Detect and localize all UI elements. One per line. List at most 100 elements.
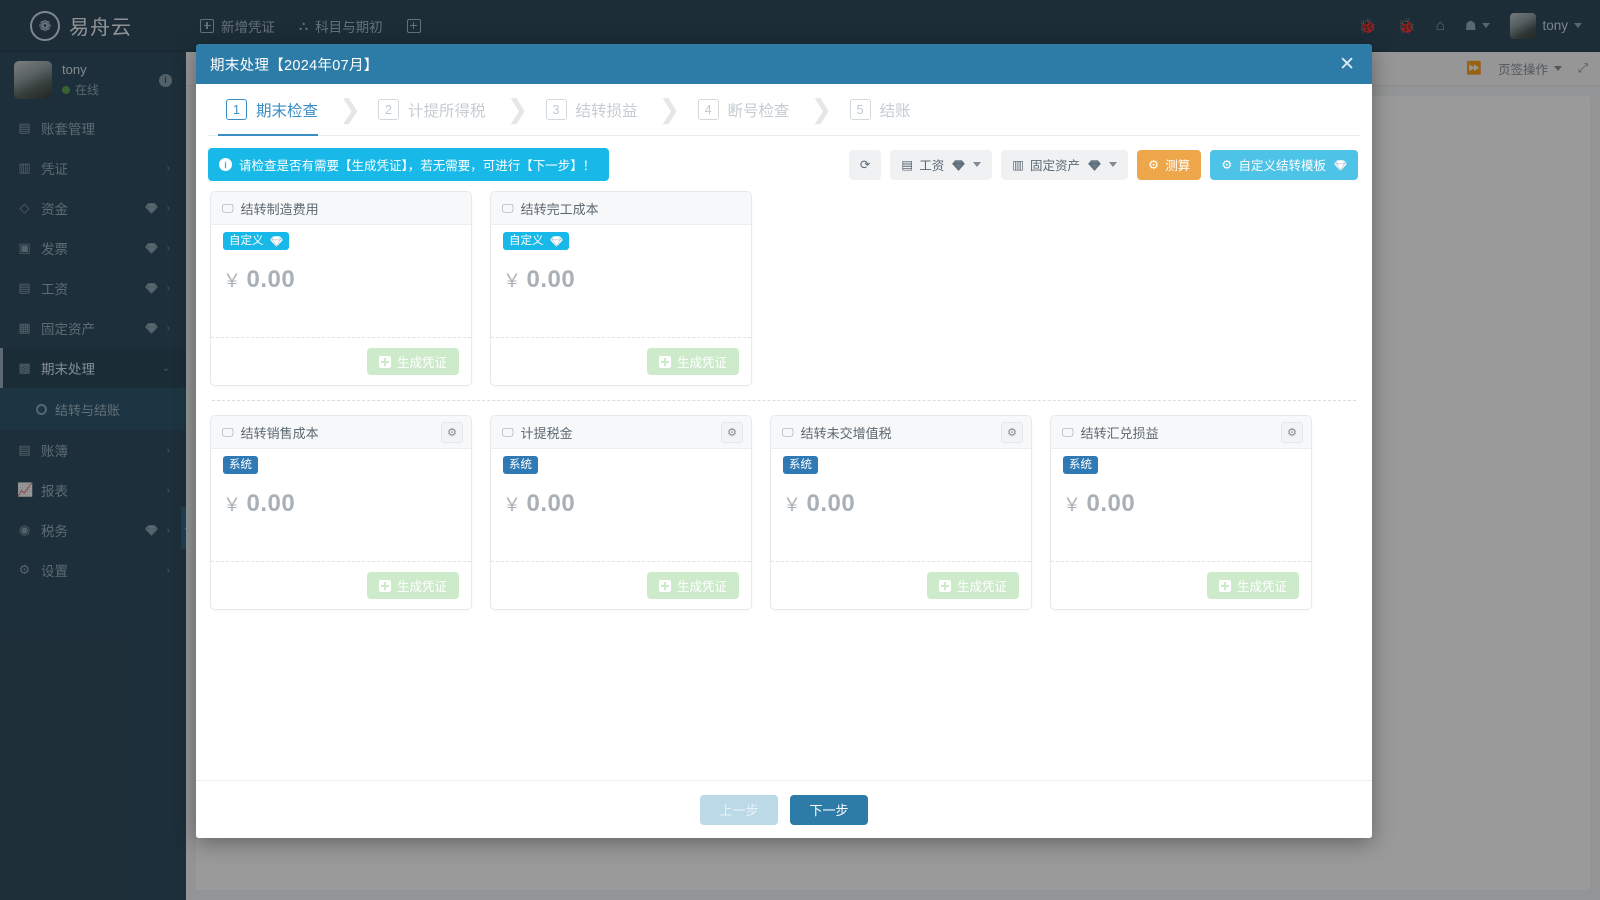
card-tag: 自定义	[223, 232, 289, 250]
refresh-button[interactable]: ⟳	[848, 149, 882, 180]
card-tag: 自定义	[503, 232, 569, 250]
settlement-card: 🖵 结转销售成本 ⚙ 系统 ￥ 0.00 生成凭证	[210, 415, 472, 610]
step-2[interactable]: 2 计提所得税	[360, 84, 508, 135]
alert-text: 请检查是否有需要【生成凭证】，若无需要，可进行【下一步】！	[239, 159, 596, 173]
button-label: 自定义结转模板	[1238, 159, 1326, 173]
card-amount: ￥ 0.00	[1063, 490, 1299, 518]
next-step-button[interactable]: 下一步	[790, 794, 868, 825]
generate-voucher-button[interactable]: 生成凭证	[926, 572, 1019, 599]
card-header: 🖵 结转制造费用	[211, 192, 471, 225]
custom-template-button[interactable]: ⚙ 自定义结转模板	[1210, 149, 1358, 180]
gear-icon[interactable]: ⚙	[721, 421, 743, 443]
card-body: 系统 ￥ 0.00	[771, 449, 1031, 561]
plus-icon	[658, 355, 671, 368]
generate-voucher-button[interactable]: 生成凭证	[366, 348, 459, 375]
card-amount: ￥ 0.00	[503, 266, 739, 294]
card-tag: 系统	[223, 456, 258, 474]
step-4[interactable]: 4 断号检查	[680, 84, 812, 135]
currency-symbol: ￥	[223, 271, 242, 291]
card-amount: ￥ 0.00	[503, 490, 739, 518]
step-number: 4	[697, 99, 719, 120]
generate-voucher-label: 生成凭证	[396, 580, 447, 594]
card-footer: 生成凭证	[211, 561, 471, 609]
gear-icon[interactable]: ⚙	[441, 421, 463, 443]
salary-dropdown-button[interactable]: ▤ 工资	[890, 149, 993, 180]
plus-icon	[378, 355, 391, 368]
currency-symbol: ￥	[503, 495, 522, 515]
card-body: 自定义 ￥ 0.00	[211, 225, 471, 337]
calculate-button[interactable]: ⚙ 测算	[1137, 149, 1202, 180]
monitor-icon: 🖵	[222, 200, 234, 215]
row-divider	[212, 400, 1356, 401]
card-body: 自定义 ￥ 0.00	[491, 225, 751, 337]
card-header: 🖵 结转未交增值税 ⚙	[771, 416, 1031, 449]
currency-symbol: ￥	[783, 495, 802, 515]
amount-value: 0.00	[526, 266, 576, 293]
plus-icon	[378, 579, 391, 592]
step-label: 计提所得税	[408, 102, 486, 120]
card-amount: ￥ 0.00	[223, 490, 459, 518]
sliders-icon: ⚙	[1148, 158, 1160, 172]
stepper: 1 期末检查 ❯ 2 计提所得税 ❯ 3 结转损益 ❯ 4 断号检查 ❯ 5 结账	[208, 84, 1360, 136]
toolbar-buttons: ⟳ ▤ 工资 ▥ 固定资产 ⚙ 测算 ⚙ 自定义结转模板	[848, 149, 1358, 180]
card-amount: ￥ 0.00	[783, 490, 1019, 518]
button-label: 测算	[1165, 159, 1191, 173]
modal-title: 期末处理【2024年07月】	[210, 57, 379, 74]
prev-step-button[interactable]: 上一步	[700, 794, 778, 825]
plus-icon	[938, 579, 951, 592]
card-tag-label: 系统	[229, 459, 252, 471]
gem-icon	[269, 236, 283, 247]
card-tag-label: 自定义	[509, 235, 544, 247]
step-5[interactable]: 5 结账	[832, 84, 933, 135]
card-footer: 生成凭证	[491, 561, 751, 609]
generate-voucher-button[interactable]: 生成凭证	[646, 572, 739, 599]
period-end-modal: 期末处理【2024年07月】 ✕ 1 期末检查 ❯ 2 计提所得税 ❯ 3 结转损益 ❯ 4 断号检…	[196, 44, 1372, 838]
building-icon: ▥	[1012, 158, 1025, 172]
generate-voucher-button[interactable]: 生成凭证	[646, 348, 739, 375]
gear-icon[interactable]: ⚙	[1001, 421, 1023, 443]
amount-value: 0.00	[1086, 490, 1136, 517]
modal-header: 期末处理【2024年07月】 ✕	[196, 44, 1372, 84]
asset-dropdown-button[interactable]: ▥ 固定资产	[1001, 149, 1129, 180]
generate-voucher-button[interactable]: 生成凭证	[1206, 572, 1299, 599]
close-icon[interactable]: ✕	[1336, 55, 1358, 74]
chevron-down-icon	[973, 162, 982, 167]
generate-voucher-label: 生成凭证	[1236, 580, 1287, 594]
card-title: 结转完工成本	[520, 201, 599, 217]
card-tag-label: 系统	[1069, 459, 1092, 471]
step-3[interactable]: 3 结转损益	[528, 84, 660, 135]
step-label: 结账	[879, 102, 911, 120]
app-root: ❁ 易舟云 新增凭证 ⛬ 科目与期初 🐞 🐞 ⌂ ☗ tony tony 在线 …	[0, 0, 1600, 900]
card-title: 计提税金	[520, 425, 573, 441]
currency-symbol: ￥	[223, 495, 242, 515]
step-separator-icon: ❯	[506, 94, 529, 124]
gem-icon	[1088, 159, 1101, 171]
card-title: 结转制造费用	[240, 201, 319, 217]
cards-scroll-area[interactable]: 🖵 结转制造费用 自定义 ￥ 0.00 生成凭证 🖵 结转完工成本 自定义 ￥ 0.00 生成凭证 🖵…	[196, 191, 1372, 780]
amount-value: 0.00	[246, 266, 296, 293]
step-label: 断号检查	[727, 102, 790, 120]
gem-icon	[952, 159, 965, 171]
generate-voucher-button[interactable]: 生成凭证	[366, 572, 459, 599]
card-icon: ▤	[901, 158, 914, 172]
alert-banner: i 请检查是否有需要【生成凭证】，若无需要，可进行【下一步】！	[208, 148, 610, 181]
card-title: 结转未交增值税	[800, 425, 892, 441]
step-1[interactable]: 1 期末检查	[208, 84, 340, 136]
step-label: 结转损益	[575, 102, 638, 120]
step-number: 2	[378, 99, 400, 120]
button-label: 工资	[919, 159, 945, 173]
card-tag-label: 系统	[509, 459, 532, 471]
modal-footer: 上一步 下一步	[196, 780, 1372, 838]
gear-icon[interactable]: ⚙	[1281, 421, 1303, 443]
step-separator-icon: ❯	[339, 94, 361, 124]
sidebar-collapse-handle[interactable]: ‹	[181, 507, 186, 549]
currency-symbol: ￥	[503, 271, 522, 291]
card-title: 结转销售成本	[240, 425, 319, 441]
card-header: 🖵 结转完工成本	[491, 192, 751, 225]
card-header: 🖵 计提税金 ⚙	[491, 416, 751, 449]
card-row-system: 🖵 结转销售成本 ⚙ 系统 ￥ 0.00 生成凭证 🖵 计提税金 ⚙ 系统 ￥ 0.00 生成凭证 🖵 结转未…	[210, 415, 1358, 610]
monitor-icon: 🖵	[502, 200, 514, 215]
button-label: 固定资产	[1030, 159, 1081, 173]
gem-icon	[549, 236, 563, 247]
gem-icon	[269, 236, 283, 247]
